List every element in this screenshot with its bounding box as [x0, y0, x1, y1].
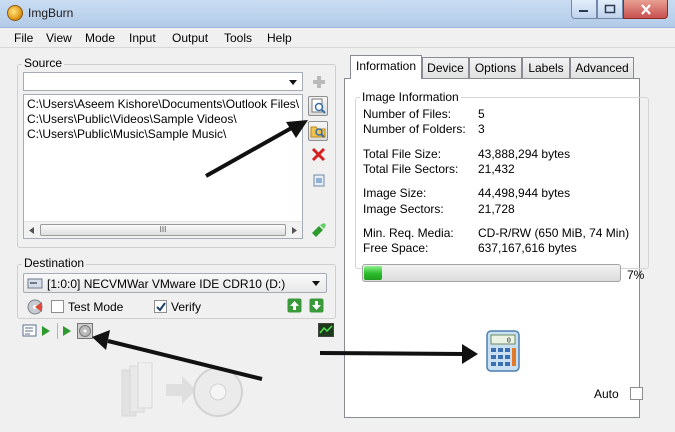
- info-label-min-req-media: Min. Req. Media:: [363, 226, 454, 240]
- auto-checkbox[interactable]: [630, 387, 643, 400]
- minimize-icon: [579, 10, 588, 12]
- close-icon: [640, 3, 651, 15]
- menu-mode[interactable]: Mode: [85, 31, 115, 45]
- calculator-icon[interactable]: 0: [485, 329, 521, 373]
- image-information-label: Image Information: [360, 90, 461, 104]
- list-item[interactable]: C:\Users\Public\Music\Sample Music\: [27, 127, 299, 142]
- move-up-icon[interactable]: [287, 298, 302, 313]
- window-title: ImgBurn: [28, 6, 74, 20]
- move-down-icon[interactable]: [309, 298, 324, 313]
- info-value-total-file-sectors: 21,432: [478, 162, 515, 176]
- title-bar: ImgBurn: [0, 0, 675, 28]
- trash-icon[interactable]: [311, 172, 327, 188]
- disc-icon[interactable]: [77, 323, 93, 339]
- info-label-total-file-size: Total File Size:: [363, 147, 442, 161]
- delete-x-icon[interactable]: [311, 146, 327, 162]
- maximize-icon: [604, 4, 616, 14]
- chevron-down-icon: [312, 281, 320, 286]
- list-item[interactable]: C:\Users\Public\Videos\Sample Videos\: [27, 112, 299, 127]
- tab-device[interactable]: Device: [422, 57, 469, 78]
- plus-icon[interactable]: [311, 74, 327, 90]
- browse-folder-button[interactable]: [308, 121, 328, 141]
- source-file-list[interactable]: C:\Users\Aseem Kishore\Documents\Outlook…: [23, 94, 303, 239]
- verify-checkbox[interactable]: [154, 300, 167, 313]
- browse-file-icon: [311, 98, 326, 114]
- close-button[interactable]: [623, 0, 668, 19]
- menu-file[interactable]: File: [14, 31, 33, 45]
- tab-options[interactable]: Options: [469, 57, 522, 78]
- log-icon[interactable]: [318, 323, 334, 337]
- info-value-image-sectors: 21,728: [478, 202, 515, 216]
- disc-settings-icon[interactable]: [27, 299, 43, 315]
- info-label-files: Number of Files:: [363, 107, 452, 121]
- imgburn-app-icon: [7, 5, 23, 21]
- test-mode-checkbox[interactable]: [51, 300, 64, 313]
- browse-file-button[interactable]: [308, 96, 328, 116]
- verify-label: Verify: [171, 300, 202, 314]
- progress-fill: [364, 266, 382, 280]
- scroll-grip: III: [159, 225, 167, 234]
- play-icon[interactable]: [42, 326, 50, 336]
- horizontal-scrollbar[interactable]: III: [24, 221, 302, 238]
- info-value-free-space: 637,167,616 bytes: [478, 241, 577, 255]
- menu-tools[interactable]: Tools: [224, 31, 252, 45]
- drive-icon: [27, 278, 43, 289]
- checkmark-icon: [156, 302, 166, 312]
- info-value-min-req-media: CD-R/RW (650 MiB, 74 Min): [478, 226, 630, 240]
- free-space-progress-bar: [362, 264, 621, 282]
- source-label: Source: [22, 56, 65, 70]
- info-value-total-file-size: 43,888,294 bytes: [478, 147, 571, 161]
- source-combo[interactable]: [23, 72, 303, 91]
- menu-output[interactable]: Output: [172, 31, 208, 45]
- menu-input[interactable]: Input: [129, 31, 156, 45]
- info-label-total-file-sectors: Total File Sectors:: [363, 162, 459, 176]
- minimize-button[interactable]: [571, 0, 597, 19]
- tab-advanced[interactable]: Advanced: [570, 57, 634, 78]
- build-icon[interactable]: [311, 222, 327, 238]
- test-mode-label: Test Mode: [68, 300, 124, 314]
- queue-icon[interactable]: [22, 324, 38, 338]
- tab-labels[interactable]: Labels: [522, 57, 570, 78]
- build-mode-graphic-icon: [121, 362, 243, 417]
- progress-percent-label: 7%: [627, 268, 645, 282]
- menu-bar: File View Mode Input Output Tools Help: [0, 28, 675, 48]
- maximize-button[interactable]: [597, 0, 623, 19]
- chevron-down-icon: [289, 80, 297, 85]
- tab-information[interactable]: Information: [350, 55, 422, 79]
- menu-help[interactable]: Help: [267, 31, 292, 45]
- list-item[interactable]: C:\Users\Aseem Kishore\Documents\Outlook…: [27, 97, 299, 112]
- info-label-image-sectors: Image Sectors:: [363, 202, 444, 216]
- play-icon[interactable]: [63, 326, 71, 336]
- info-value-files: 5: [478, 107, 485, 121]
- browse-folder-icon: [310, 126, 326, 138]
- scroll-left-icon[interactable]: [29, 227, 34, 234]
- info-label-free-space: Free Space:: [363, 241, 429, 255]
- destination-drive-select[interactable]: [1:0:0] NECVMWar VMware IDE CDR10 (D:): [23, 273, 327, 293]
- destination-label: Destination: [22, 256, 87, 270]
- auto-label: Auto: [594, 387, 619, 401]
- menu-view[interactable]: View: [46, 31, 72, 45]
- scroll-thumb[interactable]: III: [40, 224, 286, 236]
- info-label-image-size: Image Size:: [363, 186, 427, 200]
- svg-text:0: 0: [507, 337, 511, 345]
- toolbar-divider: [57, 323, 58, 339]
- drive-value: [1:0:0] NECVMWar VMware IDE CDR10 (D:): [47, 277, 286, 291]
- info-value-folders: 3: [478, 122, 485, 136]
- info-label-folders: Number of Folders:: [363, 122, 466, 136]
- scroll-right-icon[interactable]: [292, 227, 297, 234]
- info-value-image-size: 44,498,944 bytes: [478, 186, 571, 200]
